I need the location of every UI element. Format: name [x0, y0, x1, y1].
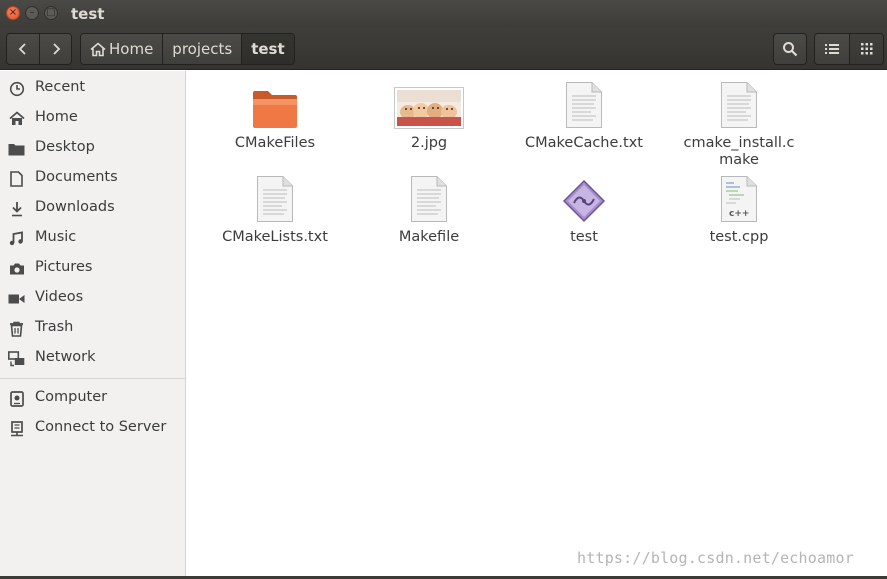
- close-icon: ×: [8, 7, 18, 18]
- search-button[interactable]: [773, 33, 807, 65]
- header-bar: Home projects test: [0, 28, 887, 70]
- sidebar-item-computer[interactable]: Computer: [0, 384, 185, 412]
- chevron-right-icon: [52, 43, 60, 55]
- executable-icon: [514, 173, 654, 223]
- file-item[interactable]: CMakeFiles: [205, 79, 345, 152]
- sidebar-item-videos[interactable]: Videos: [0, 284, 185, 312]
- watermark: https://blog.csdn.net/echoamor: [577, 549, 854, 567]
- breadcrumb-projects[interactable]: projects: [162, 34, 242, 64]
- server-icon: [8, 420, 25, 437]
- sidebar-item-label: Documents: [35, 169, 118, 185]
- file-item[interactable]: CMakeCache.txt: [514, 79, 654, 152]
- folder-icon: [205, 79, 345, 129]
- sidebar-item-label: Computer: [35, 389, 108, 405]
- text-file-icon: [514, 79, 654, 129]
- breadcrumb: Home projects test: [80, 33, 295, 65]
- chevron-left-icon: [18, 43, 26, 55]
- minimize-button[interactable]: –: [25, 6, 39, 20]
- sidebar-item-downloads[interactable]: Downloads: [0, 194, 185, 222]
- file-name: test: [570, 229, 598, 245]
- file-item[interactable]: 2.jpg: [359, 79, 499, 152]
- close-button[interactable]: ×: [6, 6, 20, 20]
- sidebar-item-label: Network: [35, 349, 96, 365]
- file-item[interactable]: test: [514, 173, 654, 246]
- text-file-icon: [205, 173, 345, 223]
- breadcrumb-test-label: test: [251, 40, 285, 58]
- sidebar-item-home[interactable]: Home: [0, 104, 185, 132]
- text-file-icon: [669, 79, 809, 129]
- download-icon: [8, 200, 25, 217]
- list-view-icon: [825, 44, 839, 54]
- grid-view-button[interactable]: [849, 34, 883, 64]
- sidebar-item-label: Desktop: [35, 139, 95, 155]
- file-name: 2.jpg: [410, 135, 448, 151]
- maximize-button[interactable]: □: [44, 6, 58, 20]
- home-icon: [8, 110, 25, 127]
- sidebar-item-desktop[interactable]: Desktop: [0, 134, 185, 162]
- sidebar-item-label: Pictures: [35, 259, 93, 275]
- file-item[interactable]: CMakeLists.txt: [205, 173, 345, 246]
- cpp-source-icon: c++: [669, 173, 809, 223]
- sidebar-divider: [0, 378, 185, 379]
- sidebar-item-label: Music: [35, 229, 77, 245]
- places-sidebar: Recent Home Desktop Documents Downloads …: [0, 71, 186, 579]
- sidebar-item-label: Home: [35, 109, 78, 125]
- title-bar: × – □ test: [0, 0, 887, 28]
- sidebar-item-pictures[interactable]: Pictures: [0, 254, 185, 282]
- video-icon: [8, 290, 25, 307]
- file-view: CMakeFiles 2.jpg CMakeCache.txt cmake_in…: [187, 71, 887, 579]
- clock-icon: [8, 80, 25, 97]
- sidebar-item-documents[interactable]: Documents: [0, 164, 185, 192]
- sidebar-item-trash[interactable]: Trash: [0, 314, 185, 342]
- navigation-buttons: [6, 33, 72, 65]
- sidebar-item-label: Downloads: [35, 199, 115, 215]
- minimize-icon: –: [29, 7, 35, 18]
- folder-icon: [8, 140, 25, 157]
- file-name: CMakeLists.txt: [222, 229, 328, 245]
- file-item[interactable]: c++ test.cpp: [669, 173, 809, 246]
- file-item[interactable]: Makefile: [359, 173, 499, 246]
- file-name: test.cpp: [709, 229, 769, 245]
- music-icon: [8, 230, 25, 247]
- list-view-button[interactable]: [815, 34, 849, 64]
- text-file-icon: [359, 173, 499, 223]
- sidebar-item-connect-to-server[interactable]: Connect to Server: [0, 414, 185, 442]
- camera-icon: [8, 260, 25, 277]
- file-name: cmake_install.cmake: [683, 135, 795, 168]
- home-icon: [90, 41, 106, 56]
- file-manager-window: × – □ test Home projects test Recent Hom…: [0, 0, 887, 579]
- sidebar-item-label: Videos: [35, 289, 84, 305]
- drive-icon: [8, 390, 25, 407]
- sidebar-item-music[interactable]: Music: [0, 224, 185, 252]
- back-button[interactable]: [7, 34, 39, 64]
- file-name: Makefile: [398, 229, 460, 245]
- search-icon: [783, 42, 798, 57]
- sidebar-item-network[interactable]: Network: [0, 344, 185, 372]
- breadcrumb-home-label: Home: [109, 40, 154, 58]
- sidebar-item-label: Connect to Server: [35, 419, 167, 435]
- view-switcher: [814, 33, 884, 65]
- image-thumbnail-icon: [359, 79, 499, 129]
- cpp-badge: c++: [729, 209, 749, 219]
- file-name: CMakeCache.txt: [525, 135, 643, 151]
- breadcrumb-test[interactable]: test: [241, 34, 294, 64]
- sidebar-item-label: Trash: [35, 319, 74, 335]
- network-icon: [8, 350, 25, 367]
- forward-button[interactable]: [39, 34, 71, 64]
- trash-icon: [8, 320, 25, 337]
- breadcrumb-projects-label: projects: [172, 40, 233, 58]
- grid-view-icon: [860, 43, 872, 55]
- document-icon: [8, 170, 25, 187]
- file-name: CMakeFiles: [234, 135, 316, 151]
- maximize-icon: □: [46, 7, 56, 18]
- sidebar-item-recent[interactable]: Recent: [0, 74, 185, 102]
- breadcrumb-home[interactable]: Home: [81, 34, 163, 64]
- window-title: test: [71, 5, 105, 23]
- file-item[interactable]: cmake_install.cmake: [669, 79, 809, 169]
- sidebar-item-label: Recent: [35, 79, 86, 95]
